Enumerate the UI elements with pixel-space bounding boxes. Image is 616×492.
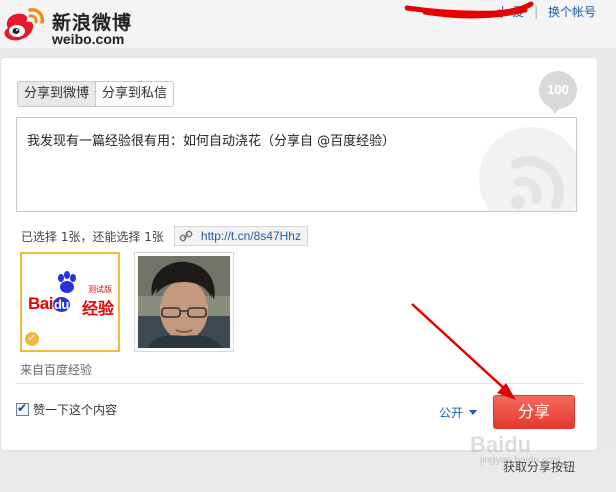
brand-du: du — [52, 297, 70, 312]
source-text: 来自百度经验 — [20, 363, 93, 377]
selection-count-text: 已选择 1张，还能选择 1张 — [21, 229, 164, 244]
share-button[interactable]: 分享 — [493, 395, 575, 429]
visibility-dropdown[interactable]: 公开 — [439, 404, 478, 421]
like-checkbox[interactable] — [16, 401, 29, 416]
share-tabs: 分享到微博 分享到私信 — [17, 81, 175, 107]
thumbnail-baidu-jingyan[interactable]: 测试版 Baidu 经验 ✓ — [20, 252, 120, 352]
message-textarea[interactable]: 我发现有一篇经验很有用：如何自动浇花（分享自 @百度经验） — [16, 117, 577, 212]
panel-divider — [15, 383, 583, 384]
switch-account-link[interactable]: 换个帐号 — [548, 5, 596, 19]
like-option[interactable]: 赞一下这个内容 — [16, 401, 117, 418]
baidu-brand-text: Baidu — [28, 294, 70, 314]
like-label: 赞一下这个内容 — [33, 403, 118, 417]
brand-jingyan: 经验 — [82, 299, 115, 318]
chevron-down-icon — [469, 410, 478, 415]
baidu-paw-icon — [58, 271, 76, 293]
char-counter-badge: 100 — [539, 71, 577, 109]
brand-bai: Bai — [28, 294, 53, 313]
logo-english-text: weibo.com — [52, 31, 125, 47]
message-text: 我发现有一篇经验很有用：如何自动浇花（分享自 @百度经验） — [27, 134, 396, 149]
visibility-label: 公开 — [439, 406, 464, 420]
tab-share-to-weibo[interactable]: 分享到微博 — [17, 81, 97, 107]
red-scribble-annotation — [405, 1, 534, 19]
weibo-eye-icon — [4, 8, 44, 41]
weibo-watermark-icon — [479, 127, 576, 211]
short-link-text: http://t.cn/8s47Hhz — [200, 229, 301, 243]
weibo-header: 新浪微博 weibo.com 小 爱 | 换个帐号 — [0, 0, 616, 48]
weibo-logo[interactable]: 新浪微博 weibo.com — [0, 2, 140, 47]
selected-check-icon: ✓ — [25, 332, 39, 346]
get-share-button-caption[interactable]: 获取分享按钮 — [503, 458, 575, 475]
beta-label: 测试版 — [88, 285, 112, 294]
link-icon — [179, 230, 193, 242]
thumbnail-person-photo[interactable] — [134, 252, 234, 352]
person-photo-image — [138, 256, 230, 348]
tab-share-to-private-message[interactable]: 分享到私信 — [96, 81, 175, 107]
image-selection-status: 已选择 1张，还能选择 1张 http://t.cn/8s47Hhz — [21, 226, 308, 246]
short-link-chip[interactable]: http://t.cn/8s47Hhz — [173, 226, 308, 246]
char-counter-tail — [549, 106, 561, 114]
